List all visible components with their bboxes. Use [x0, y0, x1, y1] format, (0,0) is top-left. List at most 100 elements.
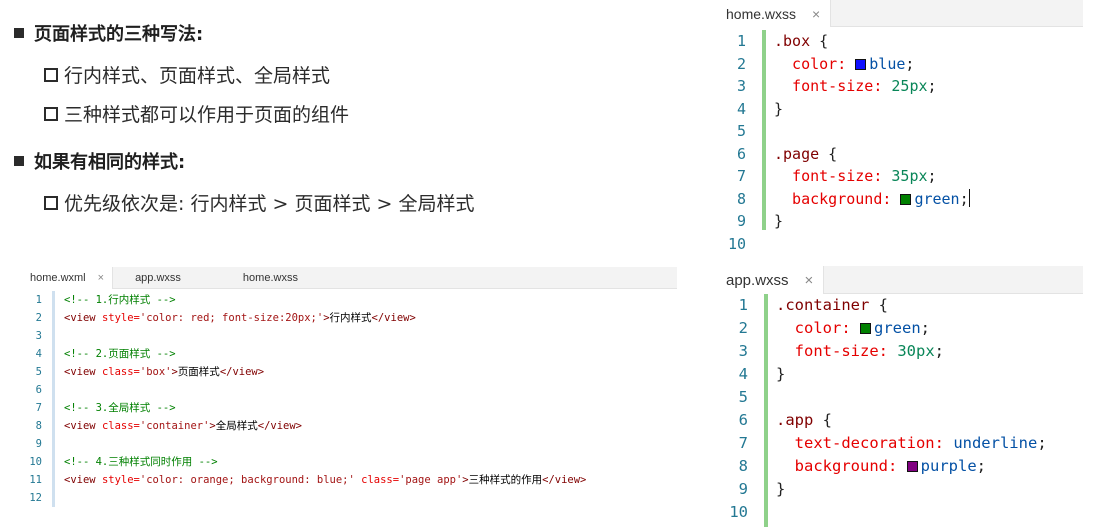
close-icon[interactable]: × — [812, 6, 820, 22]
code-line[interactable]: 7 <!-- 3.全局样式 --> — [22, 399, 677, 417]
heading-same-style: 如果有相同的样式: — [14, 148, 185, 174]
square-bullet-icon — [14, 156, 24, 166]
color-swatch-icon[interactable] — [906, 461, 918, 472]
code-token: ; — [927, 77, 937, 95]
code-line[interactable]: 5 — [716, 120, 1083, 143]
code-text: } — [758, 98, 783, 121]
code-token: ; — [927, 167, 937, 185]
line-number: 1 — [35, 294, 42, 306]
close-icon[interactable]: × — [805, 272, 814, 289]
code-token: <view — [64, 420, 102, 432]
code-token: .app — [776, 411, 814, 429]
code-token: <view — [64, 312, 102, 324]
line-number: 6 — [35, 384, 42, 396]
code-token: } — [776, 480, 786, 498]
code-line[interactable]: 10 — [716, 233, 1083, 256]
code-token: <!-- 2.页面样式 --> — [64, 348, 176, 360]
code-line[interactable]: 12 — [22, 489, 677, 507]
code-text: color: green; — [760, 317, 930, 340]
code-token: .box — [774, 32, 811, 50]
code-line[interactable]: 4 <!-- 2.页面样式 --> — [22, 345, 677, 363]
color-swatch-icon[interactable] — [900, 193, 912, 205]
code-token: ; — [934, 342, 944, 360]
tab-home-wxml[interactable]: home.wxml × — [22, 267, 114, 289]
code-line[interactable]: 8 <view class='container'>全局样式</view> — [22, 417, 677, 435]
code-line[interactable]: 11 <view style='color: orange; background… — [22, 471, 677, 489]
code-line[interactable]: 6 .page { — [716, 143, 1083, 166]
line-number: 4 — [35, 348, 42, 360]
code-text: } — [760, 478, 785, 501]
code-line[interactable]: 10 — [716, 501, 1083, 524]
heading-text: 页面样式的三种写法: — [34, 24, 204, 45]
code-token: 行内样式 — [329, 312, 372, 324]
code-token: class= — [101, 420, 140, 432]
code-token: <!-- 4.三种样式同时作用 --> — [64, 456, 218, 468]
tab-home-wxss[interactable]: home.wxss × — [716, 0, 832, 27]
line-number: 1 — [738, 296, 748, 314]
color-swatch-icon[interactable] — [855, 58, 867, 70]
code-line[interactable]: 5 <view class='box'>页面样式</view> — [22, 363, 677, 381]
code-line[interactable]: 2 <view style='color: red; font-size:20px… — [22, 309, 677, 327]
tab-label: app.wxss — [726, 271, 789, 289]
code-line[interactable]: 2 color: blue; — [716, 53, 1083, 76]
code-token: 'color: orange; background: blue;' — [139, 474, 355, 486]
code-line[interactable]: 1 .container { — [716, 294, 1083, 317]
code-token: 'color: red; font-size:20px;' — [139, 312, 324, 324]
code-token: { — [813, 411, 832, 429]
bullet-text: 三种样式都可以作用于页面的组件 — [64, 104, 350, 126]
code-token: <view — [64, 366, 102, 378]
code-text: background: green; — [758, 188, 970, 211]
code-line[interactable]: 9 — [22, 435, 677, 453]
code-line[interactable]: 2 color: green; — [716, 317, 1083, 340]
code-line[interactable]: 5 — [716, 386, 1083, 409]
code-line[interactable]: 3 font-size: 30px; — [716, 340, 1083, 363]
code-line[interactable]: 10 <!-- 4.三种样式同时作用 --> — [22, 453, 677, 471]
code-line[interactable]: 1 .box { — [716, 30, 1083, 53]
code-token: ; — [959, 189, 969, 208]
line-number: 5 — [35, 366, 42, 378]
code-text: <!-- 4.三种样式同时作用 --> — [50, 453, 218, 471]
line-number: 4 — [738, 365, 748, 383]
code-line[interactable]: 7 text-decoration: underline; — [716, 432, 1083, 455]
home-wxss-editor: home.wxss × 1 .box {2 color: blue; 3 font-… — [716, 0, 1083, 256]
line-number: 5 — [736, 122, 746, 140]
code-line[interactable]: 3 font-size: 25px; — [716, 75, 1083, 98]
code-token: class= — [354, 474, 400, 486]
code-token: } — [774, 99, 784, 118]
code-token: </view> — [257, 420, 303, 432]
code-token: } — [774, 212, 784, 230]
code-line[interactable]: 4} — [716, 363, 1083, 386]
tab-home-wxss[interactable]: home.wxss — [221, 267, 338, 289]
bullet-text: 行内样式、页面样式、全局样式 — [64, 65, 331, 87]
code-line[interactable]: 4} — [716, 98, 1083, 121]
code-token: ; — [905, 54, 915, 73]
color-swatch-icon[interactable] — [860, 323, 871, 334]
code-line[interactable]: 8 background: purple; — [716, 455, 1083, 478]
code-text: } — [760, 363, 785, 386]
code-line[interactable]: 6 .app { — [716, 409, 1083, 432]
bullet-style-scope: 三种样式都可以作用于页面的组件 — [44, 100, 349, 127]
code-token: 'page app' — [399, 474, 463, 486]
code-line[interactable]: 8 background: green; — [716, 188, 1083, 211]
line-number: 8 — [738, 457, 748, 475]
code-line[interactable]: 1 <!-- 1.行内样式 --> — [22, 291, 677, 309]
code-token: 全局样式 — [215, 420, 258, 432]
code-token: 'box' — [139, 366, 172, 378]
tab-app-wxss[interactable]: app.wxss × — [716, 266, 825, 294]
tab-app-wxss[interactable]: app.wxss — [113, 267, 221, 289]
code-text: font-size: 35px; — [758, 165, 937, 188]
close-icon[interactable]: × — [98, 272, 104, 284]
code-token: color: — [776, 319, 860, 337]
code-line[interactable]: 9} — [716, 210, 1083, 233]
code-token: <view — [64, 474, 102, 486]
code-token: font-size: — [774, 167, 892, 185]
code-line[interactable]: 3 — [22, 327, 677, 345]
code-line[interactable]: 9} — [716, 478, 1083, 501]
line-number: 10 — [729, 503, 748, 521]
tab-label: home.wxss — [242, 272, 298, 284]
code-line[interactable]: 7 font-size: 35px; — [716, 165, 1083, 188]
code-line[interactable]: 6 — [22, 381, 677, 399]
